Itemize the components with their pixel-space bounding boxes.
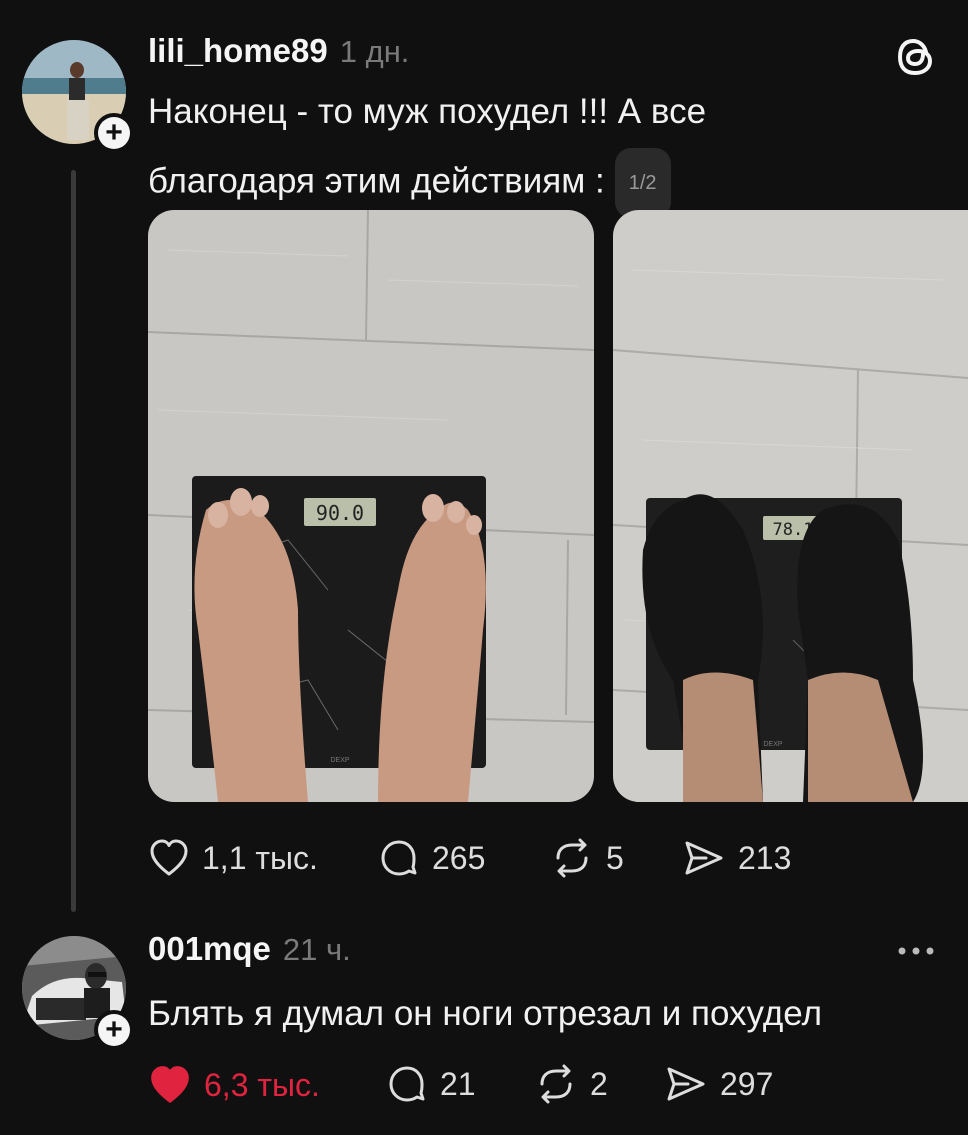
repost-count: 5 (606, 839, 624, 876)
heart-icon (150, 839, 188, 876)
repost-button[interactable]: 5 (550, 838, 624, 878)
speech-bubble-icon (381, 840, 417, 876)
reply-repost-button[interactable]: 2 (534, 1064, 608, 1104)
reply-comment-button[interactable]: 21 (386, 1064, 476, 1104)
reply-like-count: 6,3 тыс. (204, 1066, 320, 1103)
plus-icon: + (98, 117, 130, 149)
threads-logo-icon[interactable] (893, 34, 939, 80)
repost-icon (556, 838, 588, 878)
reply-time: 21 ч. (282, 932, 351, 967)
post-text-line-2-content: благодаря этим действиям : (148, 161, 605, 201)
carousel-pager: 1/2 (614, 148, 671, 218)
post-photo-after[interactable]: 78.1 DEXP (613, 210, 968, 802)
reply-send-icon (667, 1067, 705, 1101)
reply-share-button[interactable]: 297 (664, 1064, 773, 1104)
reply-username[interactable]: 001mqe (148, 930, 271, 968)
reply-like-button[interactable]: 6,3 тыс. (148, 1064, 320, 1106)
scale-reading-before: 90.0 (316, 501, 364, 525)
share-button[interactable]: 213 (682, 838, 791, 878)
share-count: 213 (738, 839, 792, 876)
reply-share-count: 297 (720, 1065, 774, 1102)
comment-button[interactable]: 265 (378, 838, 485, 878)
post-text-line-1: Наконец - то муж похудел !!! А все (148, 92, 707, 131)
post-text-line-2: благодаря этим действиям :1/2 (148, 148, 938, 218)
scale-brand-before: DEXP (330, 757, 349, 764)
thread-line (71, 170, 76, 912)
reply-plus-icon: + (98, 1014, 130, 1046)
reply-repost-icon (540, 1064, 572, 1104)
reply-speech-bubble-icon (389, 1066, 425, 1102)
reply-text: Блять я думал он ноги отрезал и похудел (148, 994, 823, 1033)
post-photo-before[interactable]: 90.0 DEXP (148, 210, 594, 802)
send-icon (685, 841, 723, 875)
username[interactable]: lili_home89 (148, 32, 328, 70)
like-count: 1,1 тыс. (202, 839, 318, 876)
reply-heart-icon (151, 1066, 189, 1103)
reply-follow-button[interactable]: + (94, 1010, 134, 1050)
scale-brand-after: DEXP (763, 741, 782, 748)
post-time: 1 дн. (339, 34, 410, 69)
follow-button[interactable]: + (94, 113, 134, 153)
reply-comment-count: 21 (440, 1065, 476, 1102)
reply-header: 001mqe 21 ч. (148, 930, 351, 974)
post-header: lili_home89 1 дн. (148, 32, 409, 76)
more-dots-icon[interactable] (896, 943, 936, 959)
comment-count: 265 (432, 839, 486, 876)
reply-repost-count: 2 (590, 1065, 608, 1102)
post-text: Наконец - то муж похудел !!! А все благо… (148, 84, 938, 218)
like-button[interactable]: 1,1 тыс. (148, 838, 318, 878)
